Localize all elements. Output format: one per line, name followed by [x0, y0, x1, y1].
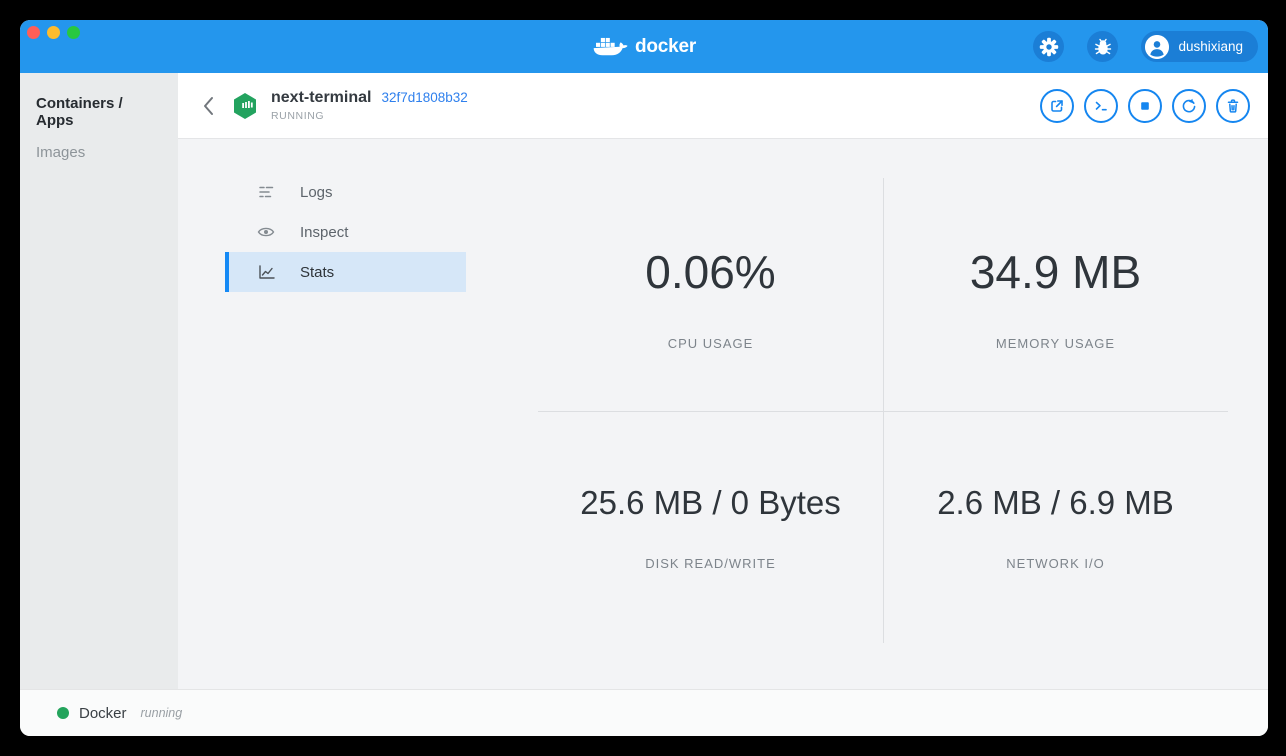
bug-report-button[interactable]: [1087, 31, 1118, 62]
status-bar: Docker running: [20, 689, 1268, 736]
topbar-controls: dushixiang: [1033, 31, 1258, 62]
footer-app-status: running: [141, 706, 183, 720]
user-account-button[interactable]: dushixiang: [1141, 31, 1258, 62]
eye-icon: [257, 223, 275, 241]
stat-network: 2.6 MB / 6.9 MB NETWORK I/O: [883, 481, 1228, 571]
cpu-usage-value: 0.06%: [538, 244, 883, 300]
delete-icon: [1223, 96, 1243, 116]
main-panel: next-terminal 32f7d1808b32 RUNNING: [178, 73, 1268, 689]
cli-icon: [1091, 96, 1111, 116]
container-name: next-terminal: [271, 89, 371, 107]
chart-icon: [257, 263, 275, 281]
network-io-label: NETWORK I/O: [883, 556, 1228, 571]
docker-logo: docker: [592, 33, 696, 61]
tab-label: Inspect: [300, 224, 348, 241]
docker-running-dot-icon: [57, 707, 69, 719]
stats-horizontal-divider: [538, 411, 1228, 412]
restart-button[interactable]: [1172, 89, 1206, 123]
docker-whale-icon: [592, 33, 630, 61]
footer-app-name: Docker: [79, 705, 127, 722]
stat-memory: 34.9 MB MEMORY USAGE: [883, 244, 1228, 351]
container-id: 32f7d1808b32: [381, 90, 467, 105]
open-in-browser-button[interactable]: [1040, 89, 1074, 123]
tab-logs[interactable]: Logs: [225, 172, 466, 212]
bug-report-icon: [1093, 37, 1113, 57]
tab-inspect[interactable]: Inspect: [225, 212, 466, 252]
memory-usage-value: 34.9 MB: [883, 244, 1228, 300]
disk-readwrite-value: 25.6 MB / 0 Bytes: [538, 481, 883, 525]
container-tabs: Logs Inspect: [225, 172, 466, 292]
traffic-lights: [27, 26, 80, 39]
docker-desktop-window: docker: [20, 20, 1268, 736]
minimize-window-button[interactable]: [47, 26, 60, 39]
stop-icon: [1135, 96, 1155, 116]
logs-icon: [257, 183, 275, 201]
container-title-block: next-terminal 32f7d1808b32 RUNNING: [271, 89, 468, 122]
title-bar: docker: [20, 20, 1268, 73]
container-actions: [1040, 89, 1250, 123]
user-avatar-icon: [1145, 35, 1169, 59]
network-io-value: 2.6 MB / 6.9 MB: [883, 481, 1228, 525]
tab-stats[interactable]: Stats: [225, 252, 466, 292]
close-window-button[interactable]: [27, 26, 40, 39]
sidebar-item-images[interactable]: Images: [36, 144, 162, 161]
tab-label: Stats: [300, 264, 334, 281]
container-status: RUNNING: [271, 110, 468, 122]
docker-logo-text: docker: [635, 36, 696, 58]
sidebar: Containers / Apps Images: [20, 73, 178, 689]
settings-button[interactable]: [1033, 31, 1064, 62]
container-box-icon: [232, 92, 258, 120]
open-in-browser-icon: [1047, 96, 1067, 116]
cpu-usage-label: CPU USAGE: [538, 336, 883, 351]
container-header: next-terminal 32f7d1808b32 RUNNING: [178, 73, 1268, 139]
tab-label: Logs: [300, 184, 333, 201]
zoom-window-button[interactable]: [67, 26, 80, 39]
disk-readwrite-label: DISK READ/WRITE: [538, 556, 883, 571]
app-body: Containers / Apps Images: [20, 73, 1268, 689]
back-button[interactable]: [202, 96, 216, 116]
restart-icon: [1179, 96, 1199, 116]
user-name: dushixiang: [1178, 39, 1243, 54]
stats-content: Logs Inspect: [178, 139, 1268, 689]
stop-button[interactable]: [1128, 89, 1162, 123]
settings-gear-icon: [1039, 37, 1059, 57]
delete-button[interactable]: [1216, 89, 1250, 123]
chevron-left-icon: [202, 96, 216, 116]
stat-disk: 25.6 MB / 0 Bytes DISK READ/WRITE: [538, 481, 883, 571]
cli-button[interactable]: [1084, 89, 1118, 123]
sidebar-item-containers[interactable]: Containers / Apps: [36, 95, 162, 129]
stat-cpu: 0.06% CPU USAGE: [538, 244, 883, 351]
memory-usage-label: MEMORY USAGE: [883, 336, 1228, 351]
